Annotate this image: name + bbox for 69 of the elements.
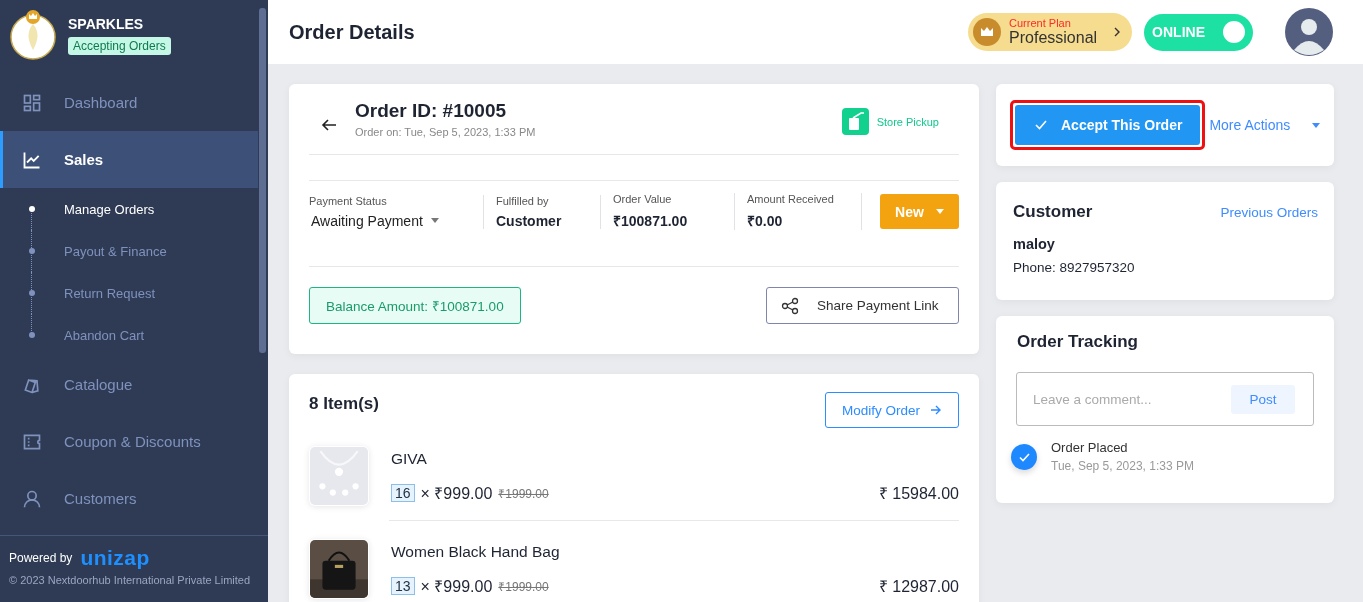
payment-status-dropdown[interactable]: Awaiting Payment <box>309 212 439 229</box>
crown-icon <box>972 17 1003 47</box>
original-price: ₹1999.00 <box>498 485 549 502</box>
customer-phone: Phone: 8927957320 <box>1013 260 1136 275</box>
delivery-type: Store Pickup <box>876 115 939 128</box>
customer-name: maloy <box>1013 236 1056 252</box>
share-payment-link-button[interactable]: Share Payment Link <box>766 287 959 324</box>
dashboard-icon <box>22 92 42 113</box>
plan-name: Professional <box>1009 30 1098 46</box>
balance-amount: Balance Amount: ₹100871.00 <box>309 287 521 324</box>
nav-item[interactable]: Catalogue <box>0 356 258 413</box>
event-title: Order Placed <box>1051 440 1129 455</box>
line-total: ₹ 12987.00 <box>878 577 959 597</box>
quantity: 13 <box>391 577 415 595</box>
share-icon <box>781 296 799 315</box>
submenu-item[interactable]: Manage Orders <box>64 201 155 217</box>
accept-order-button[interactable]: Accept This Order <box>1015 105 1201 145</box>
page-title: Order Details <box>289 20 416 44</box>
previous-orders-link[interactable]: Previous Orders <box>1220 204 1318 220</box>
stat-value: ₹100871.00 <box>613 212 689 230</box>
powered-by-label: Powered by <box>9 551 73 565</box>
store-logo <box>8 10 58 60</box>
store-pickup-icon <box>841 108 869 135</box>
stat-label: Order Value <box>613 193 673 205</box>
more-actions-dropdown[interactable]: More Actions <box>1209 117 1321 133</box>
caret-icon <box>1312 122 1321 128</box>
stat-label: Payment Status <box>309 194 388 207</box>
submenu-item[interactable]: Abandon Cart <box>64 327 145 343</box>
quantity: 16 <box>391 484 415 502</box>
chevron-icon <box>1114 27 1121 37</box>
nav-item[interactable]: Coupon & Discounts <box>0 413 258 470</box>
copyright: © 2023 Nextdoorhub International Private Limited <box>9 574 252 586</box>
stat-label: Fulfilled by <box>496 194 550 207</box>
items-count: 8 Item(s) <box>309 394 379 414</box>
line-total: ₹ 15984.00 <box>878 484 959 504</box>
unit-price: × ₹999.00 <box>420 577 493 597</box>
store-name: SPARKLES <box>68 16 145 32</box>
store-status: Accepting Orders <box>68 37 171 55</box>
order-date: Order on: Tue, Sep 5, 2023, 1:33 PM <box>355 126 537 138</box>
card-title: Customer <box>1013 202 1093 222</box>
product-name: GIVA <box>391 450 428 468</box>
nav-item[interactable]: Dashboard <box>0 74 258 131</box>
stat-value: Customer <box>496 212 563 229</box>
original-price: ₹1999.00 <box>498 578 549 595</box>
product-name: Women Black Hand Bag <box>391 543 561 561</box>
check-icon <box>1035 120 1047 130</box>
scrollbar[interactable] <box>259 8 266 353</box>
submenu-item[interactable]: Return Request <box>64 285 156 301</box>
stat-label: Amount Received <box>747 193 835 205</box>
submenu-item[interactable]: Payout & Finance <box>64 243 167 259</box>
arrow-right-icon <box>930 404 942 416</box>
unit-price: × ₹999.00 <box>420 484 493 504</box>
plan-label: Current Plan <box>1009 18 1072 29</box>
status-dropdown-button[interactable]: New <box>880 194 959 229</box>
event-time: Tue, Sep 5, 2023, 1:33 PM <box>1051 459 1194 473</box>
plan-badge[interactable]: Current Plan Professional <box>968 13 1133 51</box>
avatar[interactable] <box>1285 8 1333 56</box>
modify-order-button[interactable]: Modify Order <box>824 392 959 428</box>
stat-value: ₹0.00 <box>747 212 784 230</box>
order-id: Order ID: #10005 <box>355 100 508 122</box>
comment-field[interactable]: Leave a comment... Post <box>1016 372 1314 426</box>
brand-logo: unizap <box>80 546 150 570</box>
caret-icon <box>430 218 439 223</box>
caret-icon <box>935 209 944 214</box>
nav-item[interactable]: Customers <box>0 470 258 527</box>
person-icon <box>22 488 42 509</box>
card-title: Order Tracking <box>1017 332 1139 352</box>
nav-item[interactable]: Sales <box>0 131 258 188</box>
post-button[interactable]: Post <box>1231 384 1295 414</box>
